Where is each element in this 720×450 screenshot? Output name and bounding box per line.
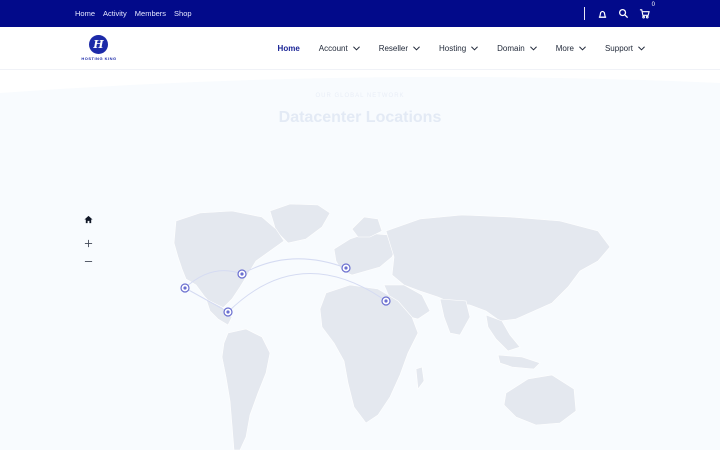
top-link-shop[interactable]: Shop xyxy=(174,9,192,18)
chevron-down-icon xyxy=(352,46,360,51)
nav-home[interactable]: Home xyxy=(278,44,300,53)
world-map[interactable] xyxy=(0,71,720,450)
chevron-down-icon xyxy=(413,46,420,51)
datacenter-marker-us-west xyxy=(180,283,190,293)
nav-domain-label: Domain xyxy=(497,44,525,53)
map-region-australia xyxy=(503,374,577,426)
top-links: Home Activity Members Shop xyxy=(75,0,192,27)
map-region-south-america xyxy=(221,328,271,450)
datacenter-marker-us-south xyxy=(223,307,233,317)
top-link-members[interactable]: Members xyxy=(135,9,166,18)
datacenter-section: OUR GLOBAL NETWORK Datacenter Locations xyxy=(0,71,720,450)
search-icon[interactable] xyxy=(617,8,629,20)
nav-support[interactable]: Support xyxy=(605,44,645,53)
nav-more-label: More xyxy=(555,44,574,53)
top-link-home[interactable]: Home xyxy=(75,9,95,18)
nav-home-label: Home xyxy=(277,44,300,53)
datacenter-marker-middle-east xyxy=(381,296,391,306)
logo-mark: H xyxy=(89,35,108,54)
chevron-down-icon xyxy=(529,46,537,51)
map-region-indonesia xyxy=(497,354,541,370)
main-menu: Home Account Reseller Hosting Domain Mor… xyxy=(278,27,645,70)
minus-icon xyxy=(84,260,92,262)
logo-text: HOSTING KING xyxy=(81,56,117,61)
map-controls xyxy=(80,211,96,269)
chevron-down-icon xyxy=(471,46,479,51)
nav-hosting-label: Hosting xyxy=(439,44,467,53)
map-zoom-in-button[interactable] xyxy=(80,235,96,251)
map-region-madagascar xyxy=(415,366,425,390)
datacenter-marker-europe xyxy=(341,263,351,273)
map-region-india xyxy=(439,298,471,336)
top-link-activity[interactable]: Activity xyxy=(103,9,127,18)
main-navbar: H HOSTING KING Home Account Reseller Hos… xyxy=(0,27,720,70)
top-icons: 0 xyxy=(584,0,655,27)
nav-account[interactable]: Account xyxy=(319,44,360,53)
top-bar: Home Activity Members Shop 0 xyxy=(0,0,720,27)
chevron-down-icon xyxy=(638,46,645,51)
plus-icon xyxy=(84,239,92,247)
datacenter-marker-us-east xyxy=(237,269,247,279)
nav-reseller-label: Reseller xyxy=(378,44,409,53)
map-home-button[interactable] xyxy=(80,211,96,227)
brand-logo[interactable]: H HOSTING KING xyxy=(80,35,118,63)
nav-domain[interactable]: Domain xyxy=(497,44,537,53)
connection-arc xyxy=(241,258,347,275)
map-region-north-america xyxy=(173,210,285,310)
nav-account-label: Account xyxy=(318,44,348,53)
nav-hosting[interactable]: Hosting xyxy=(439,44,479,53)
cart-count: 0 xyxy=(651,1,655,8)
cart-icon[interactable]: 0 xyxy=(638,2,655,20)
top-divider xyxy=(584,7,585,20)
chevron-down-icon xyxy=(579,46,586,51)
user-icon[interactable] xyxy=(596,8,608,20)
nav-reseller[interactable]: Reseller xyxy=(379,44,420,53)
home-icon xyxy=(83,215,93,223)
nav-support-label: Support xyxy=(604,44,633,53)
map-zoom-out-button[interactable] xyxy=(80,253,96,269)
nav-more[interactable]: More xyxy=(556,44,586,53)
